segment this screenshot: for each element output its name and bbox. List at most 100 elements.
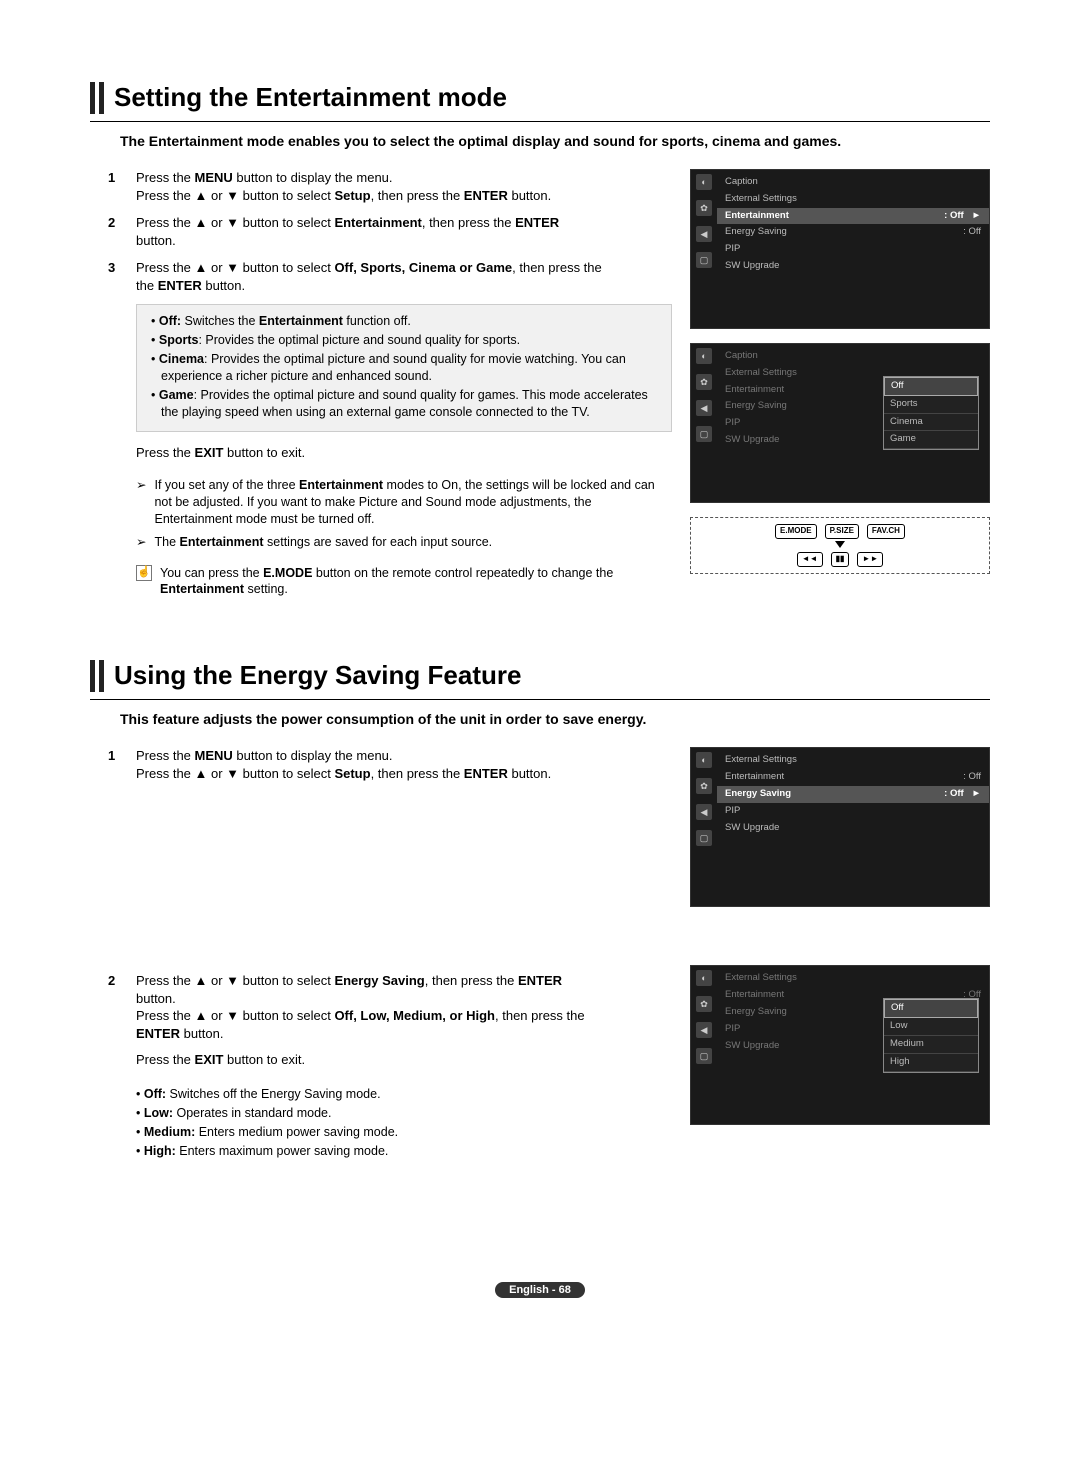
osd-label: PIP	[725, 243, 740, 256]
osd-option-low: Low	[884, 1018, 978, 1036]
step-2: 2 Press the ▲ or ▼ button to select Ente…	[108, 214, 672, 249]
tip-text: You can press the	[160, 566, 263, 580]
icon: ◐	[696, 752, 712, 768]
chevron-right-icon: ►	[972, 788, 981, 799]
osd-value: : Off	[944, 788, 964, 799]
tip-line: ☝ You can press the E.MODE button on the…	[90, 565, 672, 599]
menu-label: MENU	[195, 748, 233, 763]
step-text: button.	[136, 991, 176, 1006]
osd-row-ext: External Settings	[717, 191, 989, 208]
exit-text: Press the EXIT button to exit.	[90, 444, 672, 462]
osd-label: External Settings	[725, 367, 797, 380]
step-text: button.	[180, 1026, 223, 1041]
osd-label: External Settings	[725, 754, 797, 767]
setup-label: Setup	[334, 188, 370, 203]
arrow-icon: ➢	[136, 534, 146, 551]
bullet-off: • Off: Switches off the Energy Saving mo…	[136, 1086, 658, 1103]
icon: ▢	[696, 426, 712, 442]
icon: ▢	[696, 252, 712, 268]
osd-label: Energy Saving	[725, 226, 787, 239]
step-text: Press the ▲ or ▼ button to select	[136, 260, 334, 275]
bullet-note-box: • Off: Switches the Entertainment functi…	[136, 304, 672, 431]
remote-ff-button: ►►	[857, 552, 883, 567]
enter-label: ENTER	[464, 766, 508, 781]
exit-text: Press the EXIT button to exit.	[136, 1051, 672, 1069]
bullet-game: • Game: Provides the optimal picture and…	[151, 387, 657, 421]
bullet-medium: • Medium: Enters medium power saving mod…	[136, 1124, 658, 1141]
step-text: Press the ▲ or ▼ button to select	[136, 188, 334, 203]
osd-row-entertainment: Entertainment: Off	[717, 769, 989, 786]
step-text: , then press the	[512, 260, 602, 275]
enter-label: ENTER	[518, 973, 562, 988]
step-text: , then press the	[371, 188, 464, 203]
osd-label: Caption	[725, 350, 758, 363]
osd-side-icons: ◐✿◀▢	[691, 170, 717, 328]
osd-row-ext: External Settings	[717, 752, 989, 769]
options-list: Off, Low, Medium, or High	[334, 1008, 495, 1023]
heading-bars-icon	[90, 82, 108, 114]
entertainment-label: Entertainment	[180, 535, 264, 549]
osd-row-pip: PIP	[717, 803, 989, 820]
tip-text: setting.	[244, 582, 288, 596]
step-text: button.	[136, 233, 176, 248]
section-rule	[90, 699, 990, 700]
osd-side-icons: ◐✿◀▢	[691, 966, 717, 1124]
step-number: 1	[108, 169, 122, 204]
energy-saving-label: Energy Saving	[334, 973, 424, 988]
osd-value: : Off	[944, 210, 964, 221]
osd-label: PIP	[725, 417, 740, 430]
saved-note: ➢ The Entertainment settings are saved f…	[90, 534, 672, 551]
osd-dropdown-energy: Off Low Medium High	[883, 998, 979, 1072]
bullet-cinema: • Cinema: Provides the optimal picture a…	[151, 351, 657, 385]
remote-emode-button: E.MODE	[775, 524, 817, 539]
options-list: Off, Sports, Cinema or Game	[334, 260, 512, 275]
osd-row-sw: SW Upgrade	[717, 258, 989, 275]
osd-label: PIP	[725, 805, 740, 818]
step-text: , then press the	[371, 766, 464, 781]
step-text: Press the ▲ or ▼ button to select	[136, 766, 334, 781]
bullet-sports: • Sports: Provides the optimal picture a…	[151, 332, 657, 349]
page-footer: English - 68	[90, 1280, 990, 1298]
osd-value: : Off	[963, 771, 981, 784]
tip-text: button on the remote control repeatedly …	[312, 566, 613, 580]
osd-option-off: Off	[884, 999, 978, 1018]
section-intro: This feature adjusts the power consumpti…	[90, 710, 990, 729]
section-intro: The Entertainment mode enables you to se…	[90, 132, 990, 151]
left-column: 1 Press the MENU button to display the m…	[90, 747, 672, 1179]
gear-icon: ✿	[696, 778, 712, 794]
entertainment-label: Entertainment	[299, 478, 383, 492]
osd-label: SW Upgrade	[725, 1040, 779, 1053]
section-title: Using the Energy Saving Feature	[114, 658, 521, 693]
enter-label: ENTER	[464, 188, 508, 203]
step-3: 3 Press the ▲ or ▼ button to select Off,…	[108, 259, 672, 294]
step-text: button to display the menu.	[233, 170, 393, 185]
cursor-arrow-icon	[835, 541, 845, 548]
step-number: 2	[108, 972, 122, 1068]
step-number: 3	[108, 259, 122, 294]
osd-label: External Settings	[725, 193, 797, 206]
setup-label: Setup	[334, 766, 370, 781]
section-energy-saving: Using the Energy Saving Feature This fea…	[90, 658, 990, 1179]
osd-label: Entertainment	[725, 989, 784, 1002]
osd-label: Entertainment	[725, 210, 789, 223]
step-text: button.	[202, 278, 245, 293]
osd-row-ext: External Settings	[717, 970, 989, 987]
osd-option-high: High	[884, 1054, 978, 1072]
section-title: Setting the Entertainment mode	[114, 80, 507, 115]
note-text: settings are saved for each input source…	[264, 535, 493, 549]
osd-label: Energy Saving	[725, 1006, 787, 1019]
step-text: , then press the	[422, 215, 515, 230]
osd-dropdown-entertainment: Off Sports Cinema Game	[883, 376, 979, 450]
icon: ▢	[696, 1048, 712, 1064]
note-text: If you set any of the three	[154, 478, 299, 492]
icon: ◀	[696, 226, 712, 242]
osd-label: Energy Saving	[725, 400, 787, 413]
osd-option-off: Off	[884, 377, 978, 396]
gear-icon: ✿	[696, 996, 712, 1012]
remote-favch-button: FAV.CH	[867, 524, 905, 539]
step-text: , then press the	[495, 1008, 585, 1023]
icon: ▢	[696, 830, 712, 846]
osd-label: SW Upgrade	[725, 822, 779, 835]
gear-icon: ✿	[696, 200, 712, 216]
osd-row-caption: Caption	[717, 174, 989, 191]
